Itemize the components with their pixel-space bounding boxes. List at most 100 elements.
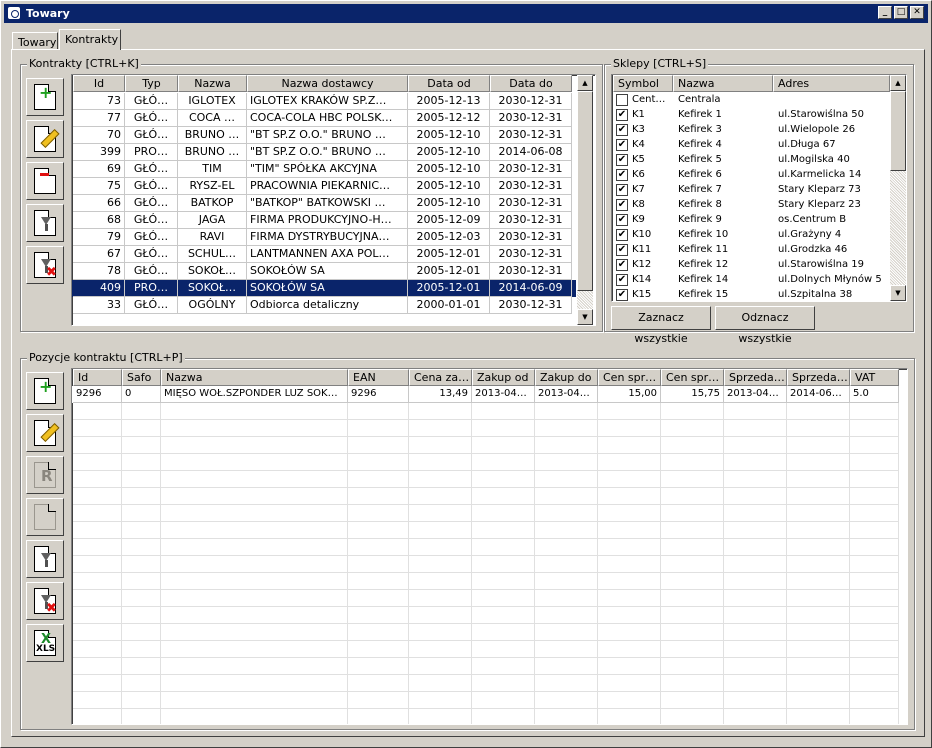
positions-table[interactable]: Id Safo Nazwa EAN Cena za… Zakup od Zakup do Ce… — [71, 368, 908, 725]
store-checkbox[interactable]: ✔ — [616, 109, 628, 121]
list-item[interactable]: ✔ K15 Kefirek 15 ul.Szpitalna 38 — [612, 287, 889, 301]
list-item[interactable]: ✔ K14 Kefirek 14 ul.Dolnych Młynów 5 — [612, 272, 889, 287]
delete-contract-button[interactable] — [26, 162, 64, 200]
contracts-scrollbar[interactable]: ▲ ▼ — [577, 75, 593, 325]
table-row[interactable]: 68 GŁÓ… JAGA FIRMA PRODUKCYJNO-H… 2005-12-09… — [72, 212, 576, 229]
add-contract-button[interactable]: + — [26, 78, 64, 116]
scroll-thumb[interactable] — [577, 91, 593, 291]
list-item[interactable]: ✔ K6 Kefirek 6 ul.Karmelicka 14 — [612, 167, 889, 182]
store-checkbox[interactable]: ✔ — [616, 214, 628, 226]
select-all-button[interactable]: Zaznacz wszystkie — [611, 306, 711, 345]
list-item[interactable]: Cent… Centrala — [612, 92, 889, 107]
grid-line — [408, 386, 409, 724]
clear-filter-contracts-button[interactable]: ✖ — [26, 246, 64, 284]
filter-contracts-button[interactable] — [26, 204, 64, 242]
column-header[interactable]: Safo — [122, 369, 161, 386]
list-item[interactable]: ✔ K7 Kefirek 7 Stary Kleparz 73 — [612, 182, 889, 197]
column-header[interactable]: Data do — [490, 75, 572, 92]
add-position-button[interactable]: + — [26, 372, 64, 410]
export-xls-button[interactable]: X XLS — [26, 624, 64, 662]
column-header[interactable]: Cena za… — [409, 369, 472, 386]
scroll-down-button[interactable]: ▼ — [577, 309, 593, 325]
list-item[interactable]: ✔ K8 Kefirek 8 Stary Kleparz 23 — [612, 197, 889, 212]
list-item[interactable]: ✔ K4 Kefirek 4 ul.Długa 67 — [612, 137, 889, 152]
store-checkbox[interactable]: ✔ — [616, 184, 628, 196]
store-checkbox[interactable]: ✔ — [616, 229, 628, 241]
column-header[interactable]: Sprzeda… — [787, 369, 850, 386]
store-checkbox[interactable]: ✔ — [616, 154, 628, 166]
column-header[interactable]: Zakup do — [535, 369, 598, 386]
store-checkbox[interactable]: ✔ — [616, 289, 628, 301]
scroll-up-button[interactable]: ▲ — [577, 75, 593, 91]
column-header[interactable]: Cen spr… — [598, 369, 661, 386]
stores-scroll-down-button[interactable]: ▼ — [890, 285, 906, 301]
list-item[interactable]: ✔ K9 Kefirek 9 os.Centrum B — [612, 212, 889, 227]
list-item[interactable]: ✔ K5 Kefirek 5 ul.Mogilska 40 — [612, 152, 889, 167]
column-header[interactable]: Zakup od — [472, 369, 535, 386]
list-item[interactable]: ✔ K10 Kefirek 10 ul.Grażyny 4 — [612, 227, 889, 242]
stores-scroll-up-button[interactable]: ▲ — [890, 75, 906, 91]
store-name: Kefirek 1 — [678, 109, 722, 120]
list-item[interactable]: ✔ K11 Kefirek 11 ul.Grodzka 46 — [612, 242, 889, 257]
list-item[interactable]: ✔ K1 Kefirek 1 ul.Starowiślna 50 — [612, 107, 889, 122]
title-bar[interactable]: Towary _ □ ✕ — [4, 4, 928, 23]
stores-scroll-thumb[interactable] — [890, 91, 906, 171]
r-position-button[interactable]: R — [26, 456, 64, 494]
list-item[interactable]: ✔ K12 Kefirek 12 ul.Starowiślna 19 — [612, 257, 889, 272]
column-header[interactable]: Symbol — [613, 75, 673, 92]
store-checkbox[interactable]: ✔ — [616, 274, 628, 286]
store-checkbox[interactable] — [616, 94, 628, 106]
clear-filter-positions-button[interactable]: ✖ — [26, 582, 64, 620]
stores-list[interactable]: Symbol Nazwa Adres Cent… Centrala ✔ K1 Kefirek… — [611, 74, 907, 302]
table-row[interactable]: 79 GŁÓ… RAVI FIRMA DYSTRYBUCYJNA… 2005-12-03… — [72, 229, 576, 246]
table-row[interactable]: 73 GŁÓ… IGLOTEX IGLOTEX KRAKÓW SP.Z… 2005-12… — [72, 93, 576, 110]
minimize-button[interactable]: _ — [878, 6, 892, 19]
table-row[interactable]: 66 GŁÓ… BATKOP "BATKOP" BATKOWSKI … 2005-12-… — [72, 195, 576, 212]
store-checkbox[interactable]: ✔ — [616, 124, 628, 136]
grid-line — [73, 708, 899, 709]
table-row[interactable]: 69 GŁÓ… TIM "TIM" SPÓŁKA AKCYJNA 2005-12-10 2… — [72, 161, 576, 178]
grid-line — [73, 538, 899, 539]
column-header[interactable]: Nazwa — [178, 75, 247, 92]
table-row[interactable]: 399 PRO… BRUNO … "BT SP.Z O.O." BRUNO … 2005… — [72, 144, 576, 161]
column-header[interactable]: Id — [73, 75, 125, 92]
tab-kontrakty[interactable]: Kontrakty — [59, 29, 121, 50]
column-header[interactable]: EAN — [348, 369, 409, 386]
edit-position-button[interactable] — [26, 414, 64, 452]
store-checkbox[interactable]: ✔ — [616, 169, 628, 181]
edit-contract-button[interactable] — [26, 120, 64, 158]
store-checkbox[interactable]: ✔ — [616, 139, 628, 151]
column-header[interactable]: Cen spr… — [661, 369, 724, 386]
store-checkbox[interactable]: ✔ — [616, 259, 628, 271]
column-header[interactable]: Sprzeda… — [724, 369, 787, 386]
stores-scrollbar[interactable]: ▲ ▼ — [890, 75, 906, 301]
column-header[interactable]: Id — [73, 369, 122, 386]
column-header[interactable]: VAT — [850, 369, 899, 386]
table-row[interactable]: 70 GŁÓ… BRUNO … "BT SP.Z O.O." BRUNO … 2005-… — [72, 127, 576, 144]
table-row[interactable]: 77 GŁÓ… COCA … COCA-COLA HBC POLSK… 2005-12-… — [72, 110, 576, 127]
column-header[interactable]: Typ — [125, 75, 178, 92]
list-item[interactable]: ✔ K3 Kefirek 3 ul.Wielopole 26 — [612, 122, 889, 137]
column-header[interactable]: Nazwa — [161, 369, 348, 386]
table-row[interactable]: 67 GŁÓ… SCHUL… LANTMANNEN AXA POL… 2005-12-0… — [72, 246, 576, 263]
store-checkbox[interactable]: ✔ — [616, 244, 628, 256]
maximize-button[interactable]: □ — [894, 6, 908, 19]
store-address: ul.Długa 67 — [778, 139, 836, 150]
contracts-table[interactable]: Id Typ Nazwa Nazwa dostawcy Data od Data do 7… — [71, 74, 596, 326]
table-row[interactable]: 33 GŁÓ… OGÓLNY Odbiorca detaliczny 2000-01-0… — [72, 297, 576, 314]
column-header[interactable]: Data od — [408, 75, 490, 92]
table-row[interactable]: 9296 0 MIĘSO WOŁ.SZPONDER LUZ SOK… 9296 13,4… — [72, 386, 899, 403]
column-header[interactable]: Nazwa dostawcy — [247, 75, 408, 92]
tab-towary[interactable]: Towary — [12, 32, 58, 50]
close-button[interactable]: ✕ — [910, 6, 924, 19]
table-row[interactable]: 409 PRO… SOKOŁ… SOKOŁÓW SA 2005-12-01 2014-06… — [72, 280, 576, 297]
table-row[interactable]: 75 GŁÓ… RYSZ-EL PRACOWNIA PIEKARNIC… 2005-12… — [72, 178, 576, 195]
deselect-all-button[interactable]: Odznacz wszystkie — [715, 306, 815, 345]
table-row[interactable]: 78 GŁÓ… SOKOŁ… SOKOŁÓW SA 2005-12-01 2030-12-… — [72, 263, 576, 280]
column-header[interactable]: Nazwa — [673, 75, 773, 92]
delete-position-button[interactable] — [26, 498, 64, 536]
grid-line — [534, 386, 535, 724]
store-checkbox[interactable]: ✔ — [616, 199, 628, 211]
column-header[interactable]: Adres — [773, 75, 890, 92]
filter-positions-button[interactable] — [26, 540, 64, 578]
